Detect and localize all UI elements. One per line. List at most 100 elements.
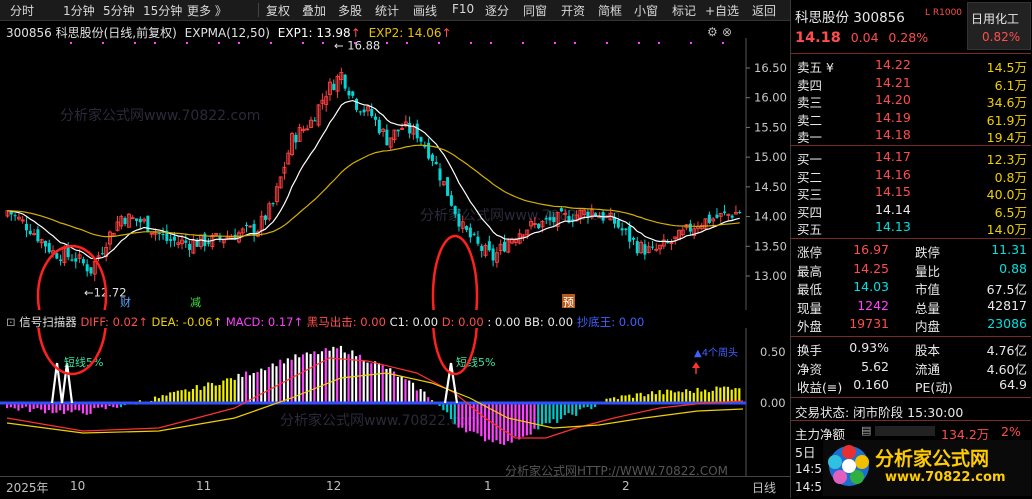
macd-bar (234, 380, 236, 403)
finance-marker[interactable]: 财 (120, 295, 131, 309)
tab-1min[interactable]: 1分钟 (63, 2, 95, 19)
macd-bar (245, 372, 247, 403)
candle-body-down (207, 242, 210, 243)
sector-pct: 0.82% (982, 30, 1020, 44)
multi-stock-button[interactable]: 多股 (338, 2, 362, 19)
open-info-button[interactable]: 开资 (561, 2, 585, 19)
signal-dot (302, 42, 304, 44)
macd-bar (640, 393, 642, 403)
candle-body-down (617, 220, 620, 228)
period-label[interactable]: 日线 (752, 479, 776, 496)
macd-bar (82, 403, 84, 413)
draw-line-button[interactable]: 画线 (413, 2, 437, 19)
quote-panel: 科思股份 300856 L R1000 日用化工 0.82% 14.18 0.0… (790, 0, 1032, 498)
bid-label: 买一 (797, 149, 822, 168)
tick-button[interactable]: 逐分 (485, 2, 509, 19)
macd-bar (575, 403, 577, 416)
add-watchlist-button[interactable]: +自选 (705, 2, 739, 19)
macd-bar (678, 391, 680, 403)
signal-scanner-chart[interactable]: 0.500.00短线5%短线5%▲4个周头 (0, 328, 790, 476)
signal-dot (102, 42, 104, 44)
macd-bar (541, 403, 543, 425)
candle-body-down (29, 231, 32, 234)
y-tick-label: 14.50 (754, 180, 787, 194)
candle-body-down (70, 259, 73, 260)
fuquan-button[interactable]: 复权 (266, 2, 290, 19)
candle-body-down (363, 110, 366, 113)
f10-button[interactable]: F10 (452, 2, 474, 16)
stock-name: 科思股份 (795, 10, 849, 26)
x-axis: 2025年 10 11 12 1 2 日线 (0, 476, 790, 499)
close-icon[interactable]: ⊗ (722, 25, 732, 39)
stats-button[interactable]: 统计 (375, 2, 399, 19)
forecast-marker[interactable]: 预 (563, 296, 574, 309)
macd-bar (556, 403, 558, 423)
candle-body-down (465, 226, 468, 230)
candle-body-down (332, 84, 335, 90)
tab-fenshi[interactable]: 分时 (10, 2, 34, 19)
stat-value: 1242 (857, 298, 889, 313)
candle-body-down (146, 216, 149, 232)
macd-bar (181, 390, 183, 403)
ask-price: 14.22 (875, 57, 911, 72)
overlay-button[interactable]: 叠加 (302, 2, 326, 19)
stat-label: 净资 (797, 359, 822, 378)
signal-dot (490, 42, 492, 44)
candle-body-down (272, 203, 275, 204)
back-button[interactable]: 返回 (752, 2, 776, 19)
macd-bar (522, 403, 524, 437)
sector-box[interactable]: 日用化工 0.82% (967, 2, 1031, 50)
candle-body-down (438, 168, 441, 180)
macd-bar (188, 392, 190, 403)
candle-body-down (59, 259, 62, 261)
candle-body-down (636, 241, 639, 253)
candle-body-down (473, 234, 476, 235)
ask-volume: 14.5万 (987, 57, 1027, 76)
mark-button[interactable]: 标记 (672, 2, 696, 19)
macd-bar (700, 391, 702, 403)
top-toolbar: 分时 1分钟 5分钟 15分钟 更多 》 复权 叠加 多股 统计 画线 F10 … (0, 0, 790, 21)
small-window-button[interactable]: 小窗 (634, 2, 658, 19)
bid-volume: 40.0万 (987, 184, 1027, 203)
macd-bar (230, 378, 232, 403)
macd-bar (696, 388, 698, 403)
reduce-marker[interactable]: 减 (190, 296, 201, 309)
candle-body-down (264, 216, 267, 220)
bid-label: 买二 (797, 167, 822, 186)
macd-bar (173, 392, 175, 403)
bid-volume: 0.8万 (995, 167, 1027, 186)
macd-bar (317, 354, 319, 403)
candlestick-chart[interactable]: 16.5016.0015.5015.0014.5014.0013.5013.00… (0, 38, 790, 310)
ask-row: 卖五 ¥14.2214.5万 (791, 57, 1027, 74)
main-flow-pct: 2% (1001, 424, 1021, 439)
stat-label: 流通 (915, 359, 940, 378)
tab-more[interactable]: 更多 》 (187, 2, 227, 19)
macd-bar (503, 403, 505, 445)
candle-body-down (549, 217, 552, 220)
settings-icon[interactable]: ⚙ (707, 25, 718, 39)
macd-bar (385, 369, 387, 403)
ask-label: 卖四 (797, 75, 822, 94)
time-1: 14:5 (795, 462, 822, 476)
macd-bar (310, 354, 312, 403)
macd-bar (302, 354, 304, 403)
tab-5min[interactable]: 5分钟 (103, 2, 135, 19)
ask-row: 卖二14.1961.9万 (791, 110, 1027, 127)
stat-row: 净资5.62流通4.60亿 (791, 359, 1027, 376)
macd-bar (560, 403, 562, 419)
stock-tag: L R1000 (925, 8, 962, 18)
macd-bar (564, 403, 566, 415)
tab-15min[interactable]: 15分钟 (143, 2, 182, 19)
bid-row: 买一14.1712.3万 (791, 149, 1027, 166)
macd-bar (177, 391, 179, 403)
list-icon[interactable]: ▤ (861, 424, 871, 437)
same-window-button[interactable]: 同窗 (523, 2, 547, 19)
macd-bar (340, 346, 342, 403)
candle-body-down (480, 246, 483, 251)
signal-label: ▲4个周头 (694, 347, 738, 359)
candle-body-down (446, 177, 449, 196)
simple-frame-button[interactable]: 简框 (598, 2, 622, 19)
macd-bar (222, 381, 224, 403)
candle-body-down (450, 195, 453, 206)
ask-row: 卖一14.1819.4万 (791, 127, 1027, 144)
